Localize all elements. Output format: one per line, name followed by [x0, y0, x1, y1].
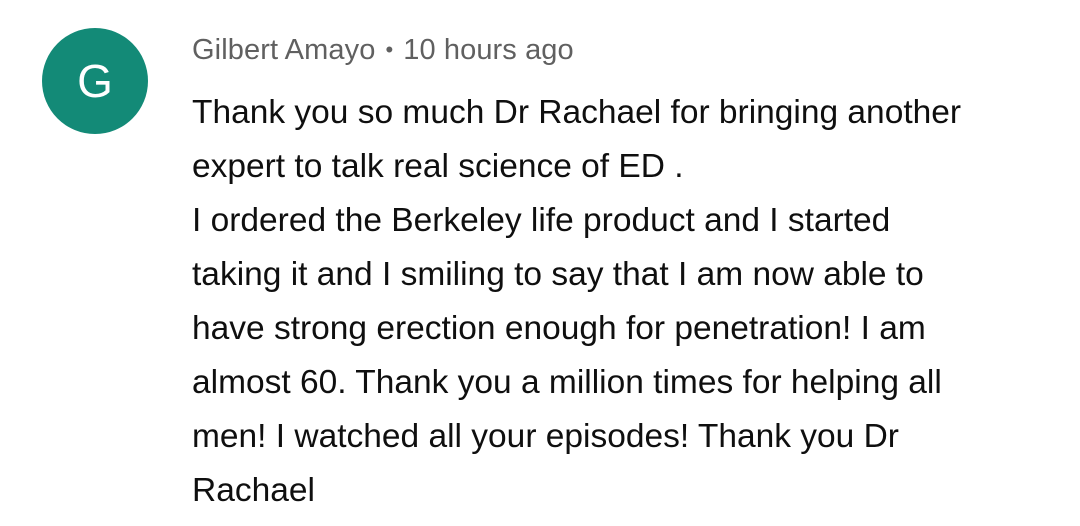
comment-timestamp: 10 hours ago — [403, 33, 574, 66]
comment-item: G Gilbert Amayo • 10 hours ago Thank you… — [0, 0, 1080, 526]
comment-line: Rachael — [192, 472, 315, 509]
comment-header: Gilbert Amayo • 10 hours ago — [192, 30, 574, 70]
avatar-letter: G — [77, 55, 113, 107]
comment-line: taking it and I smiling to say that I am… — [192, 256, 924, 293]
avatar[interactable]: G — [42, 28, 148, 134]
comment-line: almost 60. Thank you a million times for… — [192, 364, 942, 401]
separator-dot: • — [385, 37, 394, 62]
comment-line: Thank you so much Dr Rachael for bringin… — [192, 94, 962, 131]
comment-line: men! I watched all your episodes! Thank … — [192, 418, 899, 455]
author-name[interactable]: Gilbert Amayo — [192, 34, 375, 67]
comment-line: I ordered the Berkeley life product and … — [192, 202, 891, 239]
comment-line: expert to talk real science of ED . — [192, 148, 684, 185]
comment-line: have strong erection enough for penetrat… — [192, 310, 926, 347]
comment-text: Thank you so much Dr Rachael for bringin… — [192, 86, 1062, 518]
